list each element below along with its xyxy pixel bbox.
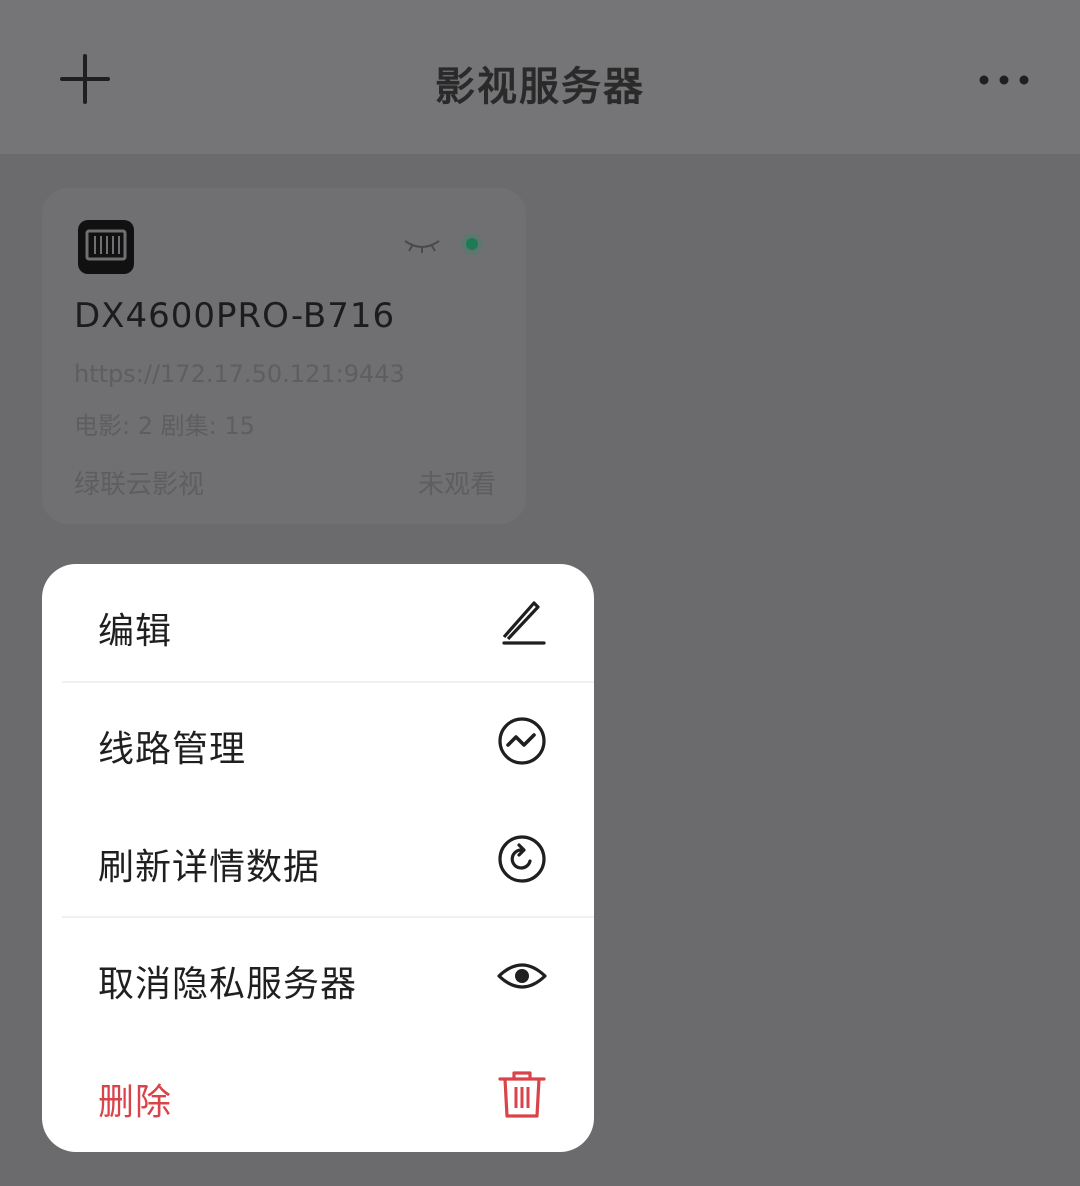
eye-closed-icon [404, 240, 440, 253]
app-bar: 影视服务器 [0, 0, 1080, 154]
menu-item-route-management[interactable]: 线路管理 [42, 682, 594, 799]
menu-item-label: 编辑 [98, 611, 173, 652]
context-menu: 编辑 线路管理 刷新详情数据 取消隐私服务器 删除 [42, 564, 594, 1152]
refresh-icon [498, 835, 546, 883]
edit-pen-icon [502, 601, 546, 645]
eye-icon [497, 963, 547, 989]
menu-item-label: 取消隐私服务器 [98, 964, 358, 1005]
nas-device-icon [78, 220, 134, 274]
server-url: https://172.17.50.121:9443 [74, 360, 405, 388]
menu-item-label: 刷新详情数据 [98, 847, 321, 888]
server-name: DX4600PRO-B716 [74, 296, 396, 336]
watch-status: 未观看 [417, 470, 496, 500]
menu-item-label: 线路管理 [98, 729, 247, 770]
server-source: 绿联云影视 [74, 470, 205, 500]
menu-item-unhide-server[interactable]: 取消隐私服务器 [42, 917, 594, 1034]
menu-item-refresh-details[interactable]: 刷新详情数据 [42, 800, 594, 917]
server-card[interactable]: DX4600PRO-B716 https://172.17.50.121:944… [42, 188, 526, 524]
server-stats: 电影: 2 剧集: 15 [74, 412, 255, 440]
more-dots-icon[interactable] [974, 66, 1034, 94]
trash-icon [498, 1071, 546, 1118]
menu-item-label: 删除 [98, 1082, 173, 1123]
menu-item-delete[interactable]: 删除 [42, 1035, 594, 1152]
route-icon [498, 717, 546, 765]
online-status-dot [466, 238, 478, 250]
page-title: 影视服务器 [435, 64, 645, 110]
menu-item-edit[interactable]: 编辑 [42, 564, 594, 681]
